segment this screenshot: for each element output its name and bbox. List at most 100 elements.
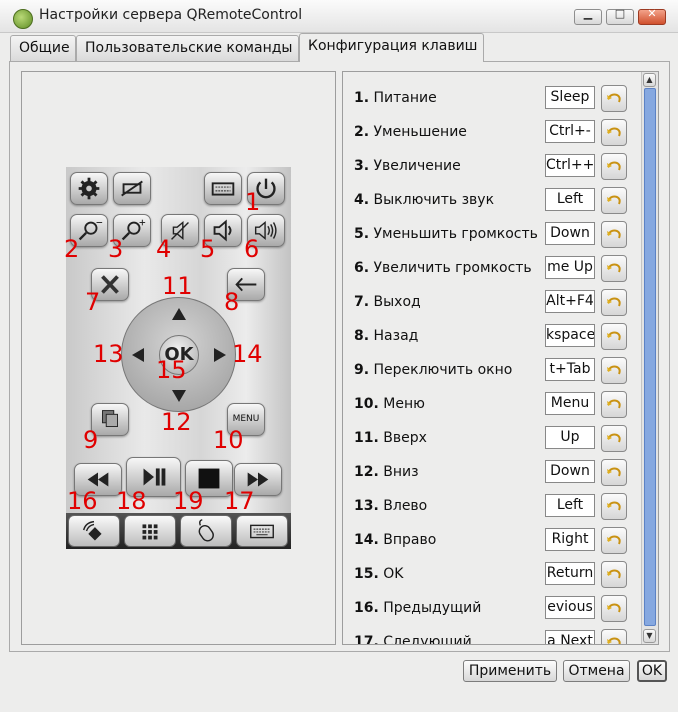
tab-key-configuration[interactable]: Конфигурация клавиш — [299, 33, 484, 62]
binding-label: 10. Меню — [354, 396, 425, 412]
binding-number: 11. — [354, 430, 379, 446]
reset-key-button[interactable] — [601, 391, 627, 418]
reset-key-button[interactable] — [601, 527, 627, 554]
undo-arrow-icon — [607, 297, 621, 307]
maximize-icon: □ — [614, 7, 626, 20]
close-button[interactable]: ✕ — [638, 7, 666, 25]
undo-arrow-icon — [607, 331, 621, 341]
maximize-button[interactable]: □ — [606, 7, 634, 25]
ok-button[interactable]: OK — [637, 660, 667, 682]
reset-key-button[interactable] — [601, 255, 627, 282]
key-input[interactable]: Ctrl++ — [545, 154, 595, 177]
undo-arrow-icon — [607, 195, 621, 205]
remote-number: 1 — [245, 188, 261, 216]
binding-name: Вправо — [383, 532, 437, 548]
reset-key-button[interactable] — [601, 595, 627, 622]
list-item: 5. Уменьшить громкость Down — [343, 219, 643, 253]
reset-key-button[interactable] — [601, 221, 627, 248]
reset-key-button[interactable] — [601, 187, 627, 214]
binding-name: Уменьшить громкость — [373, 226, 538, 242]
reset-key-button[interactable] — [601, 459, 627, 486]
list-item: 14. Вправо Right — [343, 525, 643, 559]
binding-number: 1. — [354, 90, 370, 106]
key-input[interactable]: Right — [545, 528, 595, 551]
binding-name: Переключить окно — [373, 362, 513, 378]
connection-button-image — [113, 172, 151, 205]
scrollbar-thumb[interactable] — [644, 88, 656, 626]
reset-key-button[interactable] — [601, 629, 627, 644]
binding-name: Уменьшение — [373, 124, 467, 140]
key-binding-list[interactable]: 1. Питание Sleep 2. Уменьшение Ctrl+- 3.… — [342, 71, 659, 645]
remote-bottom-bar — [66, 513, 291, 549]
vertical-scrollbar[interactable]: ▲ ▼ — [641, 72, 658, 644]
binding-label: 13. Влево — [354, 498, 427, 514]
reset-key-button[interactable] — [601, 289, 627, 316]
binding-number: 16. — [354, 600, 379, 616]
key-input[interactable]: Up — [545, 426, 595, 449]
remote-number: 17 — [224, 487, 255, 515]
key-input[interactable]: Menu — [545, 392, 595, 415]
binding-label: 11. Вверх — [354, 430, 427, 446]
list-item: 12. Вниз Down — [343, 457, 643, 491]
remote-number: 10 — [213, 426, 244, 454]
binding-number: 17. — [354, 634, 379, 645]
binding-label: 12. Вниз — [354, 464, 419, 480]
binding-number: 2. — [354, 124, 370, 140]
binding-label: 16. Предыдущий — [354, 600, 481, 616]
keyboard-icon — [211, 182, 235, 196]
reset-key-button[interactable] — [601, 425, 627, 452]
arrow-left-icon — [132, 348, 144, 362]
binding-number: 6. — [354, 260, 370, 276]
reset-key-button[interactable] — [601, 153, 627, 180]
scroll-up-icon[interactable]: ▲ — [643, 73, 656, 87]
undo-arrow-icon — [607, 569, 621, 579]
scroll-down-icon[interactable]: ▼ — [643, 629, 656, 643]
tab-general[interactable]: Общие — [10, 35, 76, 61]
list-item: 10. Меню Menu — [343, 389, 643, 423]
undo-arrow-icon — [607, 365, 621, 375]
binding-name: Меню — [383, 396, 425, 412]
key-input[interactable]: me Up — [545, 256, 595, 279]
binding-name: Назад — [373, 328, 419, 344]
binding-label: 4. Выключить звук — [354, 192, 494, 208]
undo-arrow-icon — [607, 399, 621, 409]
list-item: 9. Переключить окно t+Tab — [343, 355, 643, 389]
minimize-button[interactable]: ▁ — [574, 7, 602, 25]
cancel-button[interactable]: Отмена — [563, 660, 630, 682]
apply-button[interactable]: Применить — [463, 660, 557, 682]
key-input[interactable]: t+Tab — [545, 358, 595, 381]
reset-key-button[interactable] — [601, 357, 627, 384]
reset-key-button[interactable] — [601, 493, 627, 520]
key-input[interactable]: Alt+F4 — [545, 290, 595, 313]
list-item: 17. Следующий a Next — [343, 627, 643, 645]
binding-label: 7. Выход — [354, 294, 421, 310]
key-input[interactable]: kspace — [545, 324, 595, 347]
binding-number: 5. — [354, 226, 370, 242]
remote-number: 18 — [116, 487, 147, 515]
key-input[interactable]: Left — [545, 494, 595, 517]
dpad-image: OK — [121, 297, 236, 412]
reset-key-button[interactable] — [601, 561, 627, 588]
remote-tab-image — [68, 515, 120, 547]
settings-button-image — [70, 172, 108, 205]
key-input[interactable]: Down — [545, 460, 595, 483]
reset-key-button[interactable] — [601, 323, 627, 350]
reset-key-button[interactable] — [601, 85, 627, 112]
key-input[interactable]: Down — [545, 222, 595, 245]
binding-name: Выход — [373, 294, 421, 310]
reset-key-button[interactable] — [601, 119, 627, 146]
key-input[interactable]: Return — [545, 562, 595, 585]
key-input[interactable]: a Next — [545, 630, 595, 644]
remote-number: 2 — [64, 235, 80, 263]
binding-number: 14. — [354, 532, 379, 548]
tab-custom-commands[interactable]: Пользовательские команды — [76, 35, 299, 61]
key-input[interactable]: evious — [545, 596, 595, 619]
binding-number: 15. — [354, 566, 379, 582]
undo-arrow-icon — [607, 467, 621, 477]
binding-label: 15. OK — [354, 566, 403, 582]
key-input[interactable]: Left — [545, 188, 595, 211]
binding-name: Выключить звук — [373, 192, 495, 208]
remote-number: 19 — [173, 487, 204, 515]
key-input[interactable]: Sleep — [545, 86, 595, 109]
key-input[interactable]: Ctrl+- — [545, 120, 595, 143]
